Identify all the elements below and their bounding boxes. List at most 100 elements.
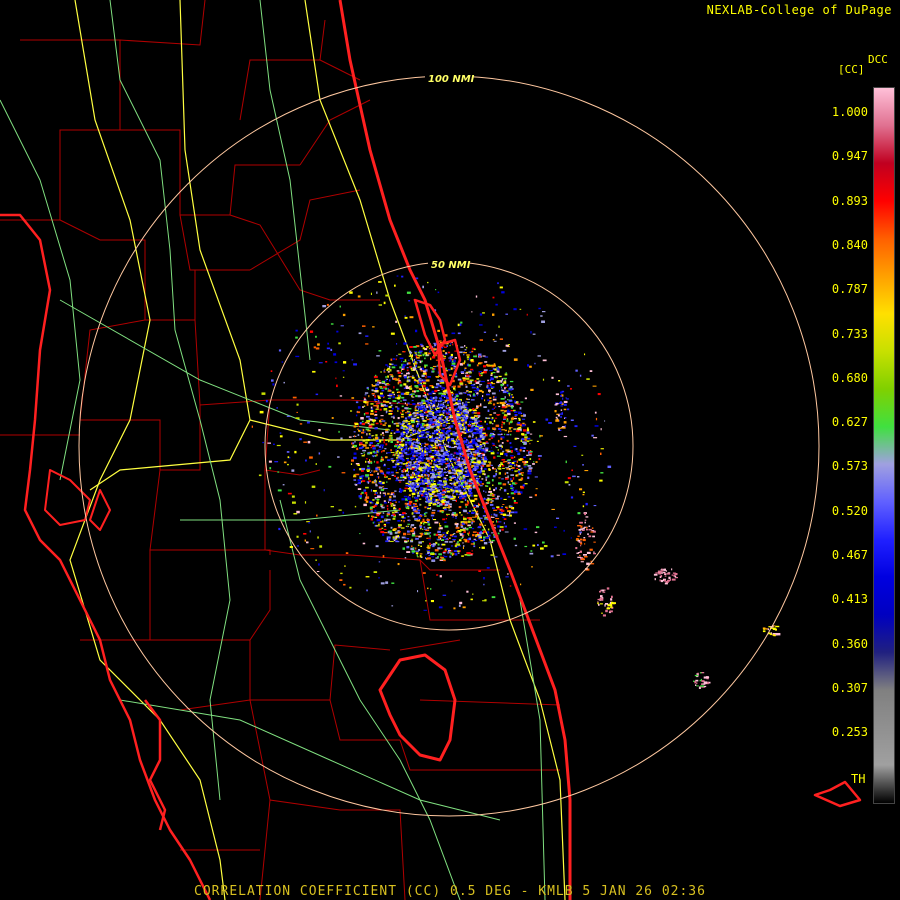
echo-pixel <box>486 364 488 367</box>
echo-pixel <box>451 457 456 460</box>
echo-pixel <box>421 417 424 420</box>
echo-pixel <box>584 353 586 356</box>
echo-pixel <box>412 403 416 406</box>
echo-pixel <box>493 442 495 445</box>
echo-pixel <box>428 415 433 417</box>
echo-pixel <box>458 539 462 542</box>
echo-pixel <box>379 408 382 411</box>
echo-pixel <box>438 416 441 419</box>
echo-pixel <box>374 427 378 430</box>
echo-pixel <box>496 452 499 454</box>
echo-pixel <box>498 477 501 479</box>
echo-pixel <box>429 493 433 496</box>
echo-pixel <box>469 351 472 353</box>
echo-pixel <box>480 456 483 459</box>
echo-pixel <box>419 526 422 529</box>
echo-pixel <box>533 461 535 463</box>
echo-pixel <box>506 514 510 517</box>
echo-pixel <box>452 476 456 478</box>
echo-pixel <box>423 469 426 472</box>
echo-pixel <box>306 521 310 523</box>
echo-pixel <box>408 300 411 302</box>
echo-pixel <box>432 519 437 521</box>
echo-pixel <box>589 548 593 551</box>
echo-pixel <box>580 545 582 547</box>
echo-pixel <box>497 367 499 369</box>
echo-pixel <box>375 467 378 470</box>
echo-pixel <box>446 464 450 467</box>
echo-pixel <box>420 432 423 434</box>
echo-pixel <box>447 530 449 533</box>
echo-pixel <box>438 486 442 488</box>
echo-pixel <box>381 506 385 509</box>
echo-pixel <box>418 354 422 357</box>
echo-pixel <box>447 496 450 499</box>
echo-pixel <box>479 390 482 392</box>
echo-pixel <box>390 441 393 443</box>
echo-pixel <box>542 359 547 362</box>
echo-pixel <box>463 517 467 521</box>
echo-pixel <box>512 497 515 500</box>
echo-pixel <box>447 408 449 410</box>
echo-pixel <box>371 435 375 437</box>
echo-pixel <box>374 437 379 440</box>
echo-pixel <box>473 494 478 497</box>
echo-pixel <box>445 474 448 476</box>
echo-pixel <box>409 453 411 456</box>
echo-pixel <box>408 519 410 522</box>
echo-pixel <box>443 552 446 554</box>
echo-pixel <box>483 490 485 492</box>
echo-pixel <box>376 450 378 453</box>
echo-pixel <box>495 424 499 427</box>
echo-pixel <box>390 432 393 434</box>
echo-pixel <box>520 485 523 488</box>
echo-pixel <box>491 366 495 368</box>
echo-pixel <box>398 445 401 448</box>
echo-pixel <box>449 462 453 464</box>
echo-pixel <box>401 498 406 501</box>
echo-pixel <box>456 440 459 442</box>
echo-pixel <box>414 430 417 434</box>
echo-pixel <box>295 355 300 358</box>
echo-pixel <box>427 500 431 503</box>
echo-pixel <box>378 445 381 448</box>
echo-pixel <box>443 491 446 493</box>
echo-pixel <box>557 427 562 429</box>
echo-pixel <box>303 441 308 443</box>
echo-pixel <box>462 461 466 464</box>
echo-pixel <box>491 539 495 542</box>
echo-pixel <box>380 489 384 491</box>
echo-pixel <box>471 540 475 543</box>
echo-pixel <box>522 418 526 420</box>
echo-pixel <box>412 366 416 369</box>
echo-pixel <box>418 460 421 462</box>
echo-pixel <box>490 516 495 518</box>
echo-pixel <box>512 477 515 480</box>
echo-pixel <box>489 370 493 372</box>
echo-pixel <box>417 494 420 497</box>
legend-tick-label: 1.000 <box>831 105 868 119</box>
echo-pixel <box>360 417 364 420</box>
echo-pixel <box>366 415 370 418</box>
echo-pixel <box>455 515 457 517</box>
echo-pixel <box>435 431 439 433</box>
echo-pixel <box>408 485 411 488</box>
echo-pixel <box>594 411 597 414</box>
echo-pixel <box>431 390 435 393</box>
echo-pixel <box>473 389 477 392</box>
echo-pixel <box>478 570 481 572</box>
echo-pixel <box>507 510 512 513</box>
echo-pixel <box>383 525 386 527</box>
echo-pixel <box>502 390 507 394</box>
echo-pixel <box>514 400 516 403</box>
echo-pixel <box>462 409 467 412</box>
echo-pixel <box>489 391 490 393</box>
echo-pixel <box>377 380 381 382</box>
echo-pixel <box>537 455 542 457</box>
echo-pixel <box>487 500 490 504</box>
echo-pixel <box>383 371 386 373</box>
echo-pixel <box>477 502 480 505</box>
echo-pixel <box>443 480 447 483</box>
echo-pixel <box>500 426 503 429</box>
echo-pixel <box>372 450 376 453</box>
